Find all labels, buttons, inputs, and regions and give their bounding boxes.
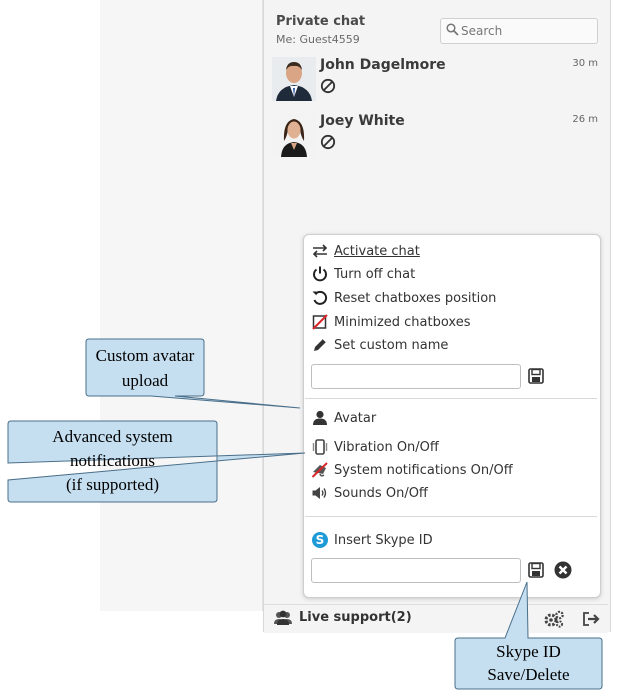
callout-line: Save/Delete: [487, 665, 570, 684]
callout-skype-text: Skype ID Save/Delete: [455, 640, 602, 686]
callout-avatar-text: Custom avatar upload: [86, 343, 204, 393]
callout-line: upload: [121, 371, 169, 390]
callout-line: notifications: [70, 451, 155, 470]
callout-line: Custom avatar: [95, 346, 195, 365]
callout-line: Advanced system: [52, 427, 173, 446]
callout-line: Skype ID: [496, 642, 561, 661]
callout-notifications-text: Advanced system notifications (if suppor…: [8, 425, 217, 497]
callout-line: (if supported): [65, 475, 159, 494]
